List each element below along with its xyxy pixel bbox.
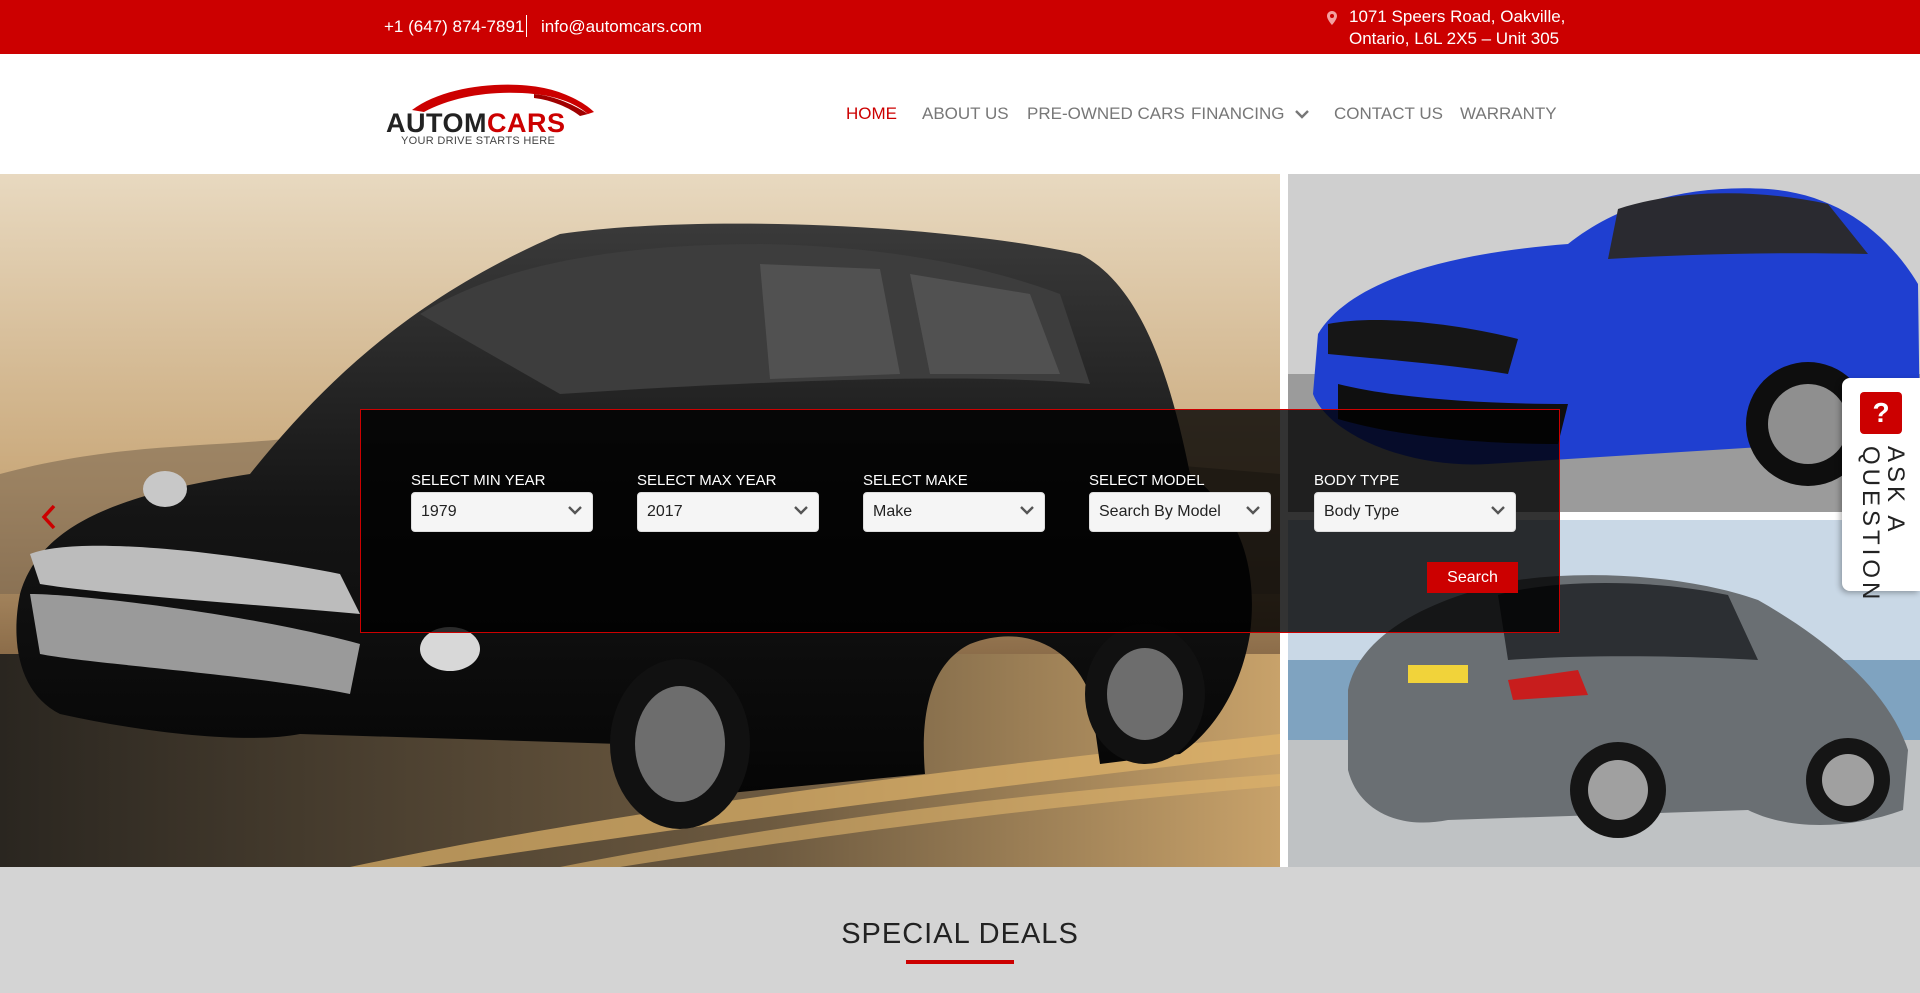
model-select[interactable]: Search By Model — [1089, 492, 1271, 532]
ask-question-label: ASK A QUESTION — [1857, 446, 1909, 604]
nav-home[interactable]: HOME — [846, 104, 897, 124]
map-pin-icon — [1327, 11, 1337, 25]
question-mark-icon: ? — [1860, 392, 1902, 434]
body-type-field: BODY TYPE Body Type — [1314, 470, 1516, 532]
address-line-2: Ontario, L6L 2X5 – Unit 305 — [1349, 29, 1560, 48]
top-contact-bar: +1 (647) 874-7891 info@automcars.com 107… — [0, 0, 1920, 54]
nav-about-us[interactable]: ABOUT US — [922, 104, 1009, 124]
chevron-down-icon — [568, 506, 582, 515]
chevron-down-icon — [1246, 506, 1260, 515]
phone-link[interactable]: +1 (647) 874-7891 — [384, 17, 524, 37]
nav-financing-label: FINANCING — [1191, 104, 1285, 123]
address-line-1: 1071 Speers Road, Oakville, — [1349, 7, 1566, 26]
max-year-field: SELECT MAX YEAR 2017 — [637, 470, 819, 532]
min-year-value: 1979 — [421, 503, 457, 520]
body-type-select[interactable]: Body Type — [1314, 492, 1516, 532]
address: 1071 Speers Road, Oakville, Ontario, L6L… — [1349, 6, 1565, 50]
chevron-down-icon — [1020, 506, 1034, 515]
body-type-label: BODY TYPE — [1314, 472, 1400, 489]
special-deals-heading: SPECIAL DEALS — [841, 918, 1079, 950]
make-label: SELECT MAKE — [863, 472, 968, 489]
min-year-field: SELECT MIN YEAR 1979 — [411, 470, 593, 532]
chevron-down-icon — [1294, 110, 1309, 119]
make-field: SELECT MAKE Make — [863, 470, 1045, 532]
body-type-value: Body Type — [1324, 503, 1400, 520]
model-field: SELECT MODEL Search By Model — [1089, 470, 1271, 532]
model-value: Search By Model — [1099, 503, 1221, 520]
nav-warranty[interactable]: WARRANTY — [1460, 104, 1557, 124]
chevron-down-icon — [1491, 506, 1505, 515]
vehicle-search-form: SELECT MIN YEAR 1979 SELECT MAX YEAR 201… — [360, 409, 1560, 633]
max-year-value: 2017 — [647, 503, 683, 520]
ask-question-tab[interactable]: ? ASK A QUESTION — [1842, 378, 1920, 604]
search-button[interactable]: Search — [1427, 562, 1518, 593]
min-year-select[interactable]: 1979 — [411, 492, 593, 532]
site-logo[interactable]: AUTOMCARS YOUR DRIVE STARTS HERE — [384, 78, 596, 148]
max-year-label: SELECT MAX YEAR — [637, 472, 777, 489]
email-link[interactable]: info@automcars.com — [541, 17, 702, 37]
max-year-select[interactable]: 2017 — [637, 492, 819, 532]
nav-contact-us[interactable]: CONTACT US — [1334, 104, 1443, 124]
logo-tagline: YOUR DRIVE STARTS HERE — [401, 135, 556, 147]
slider-prev-arrow-icon[interactable] — [40, 504, 58, 530]
make-value: Make — [873, 503, 913, 520]
chevron-down-icon — [794, 506, 808, 515]
make-select[interactable]: Make — [863, 492, 1045, 532]
model-label: SELECT MODEL — [1089, 472, 1205, 489]
heading-underline — [906, 960, 1014, 964]
min-year-label: SELECT MIN YEAR — [411, 472, 546, 489]
divider — [526, 15, 527, 37]
nav-financing[interactable]: FINANCING — [1191, 104, 1309, 124]
nav-pre-owned-cars[interactable]: PRE-OWNED CARS — [1027, 104, 1185, 124]
site-header: AUTOMCARS YOUR DRIVE STARTS HERE HOME AB… — [0, 54, 1920, 174]
